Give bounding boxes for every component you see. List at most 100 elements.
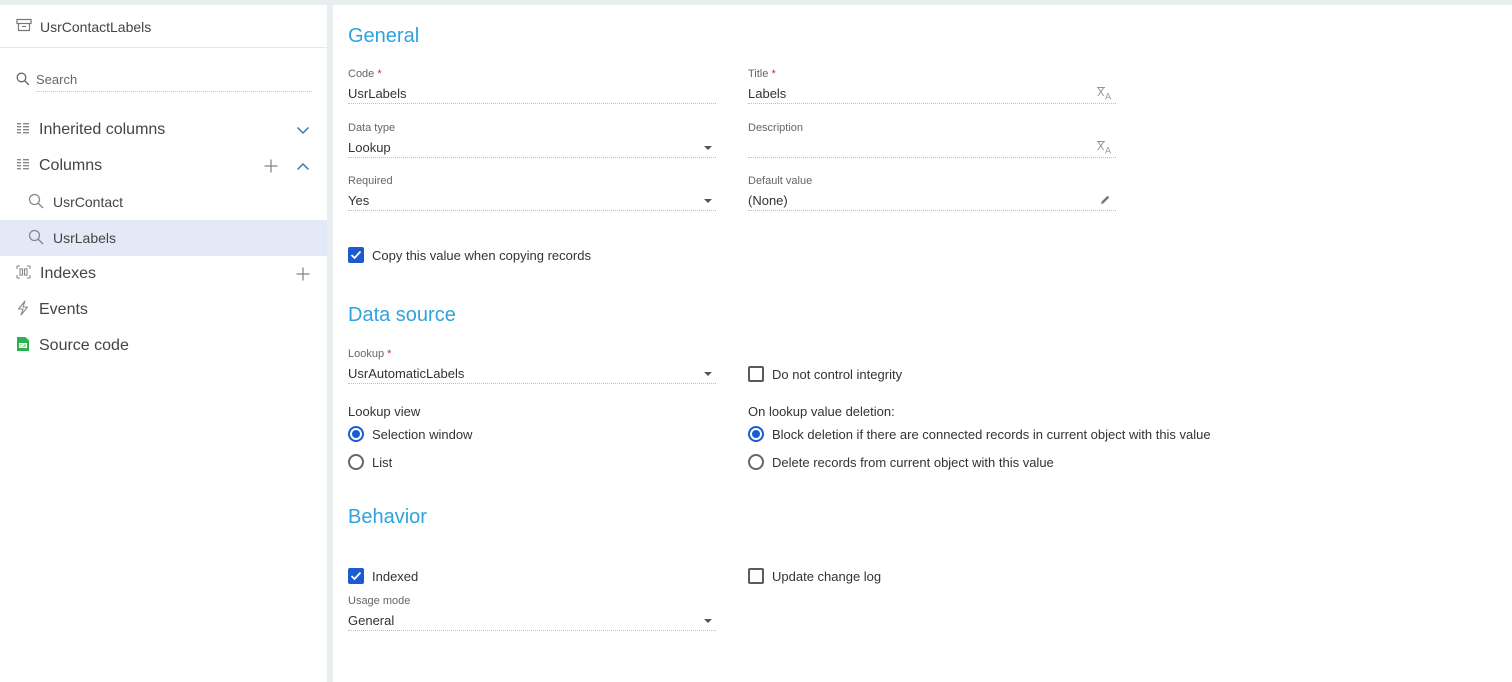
object-title-text: UsrContactLabels [40,18,152,35]
copy-value-checkbox[interactable] [348,247,364,263]
object-sidebar: UsrContactLabels Inherited columns Colum… [0,5,327,682]
svg-text:A: A [1105,146,1112,154]
deletion-option-block[interactable]: Block deletion if there are connected re… [748,426,1211,442]
title-field: Title * Labels XA [748,68,1116,104]
data-type-field: Data type Lookup [348,122,716,158]
description-field: Description XA [748,122,1116,158]
sidebar-item-label: Indexes [40,265,97,282]
sidebar-item-events[interactable]: Events [0,292,327,328]
lightning-icon [16,299,30,321]
code-label: Code * [348,68,382,80]
sidebar-item-label: UsrContact [53,194,124,210]
object-title: UsrContactLabels [16,18,151,35]
lookup-magnifier-icon [28,229,44,248]
sidebar-divider [0,47,327,48]
lookup-magnifier-icon [28,193,44,212]
usage-mode-select[interactable]: General [348,609,716,631]
sidebar-item-inherited-columns[interactable]: Inherited columns [0,112,327,148]
sidebar-item-label: Inherited columns [39,121,166,138]
pencil-edit-icon[interactable] [1096,191,1114,209]
sidebar-item-source-code[interactable]: C# Source code [0,328,327,364]
dropdown-caret-icon [704,146,712,150]
indexed-checkbox[interactable] [348,568,364,584]
sidebar-item-columns[interactable]: Columns [0,148,327,184]
indexed-checkbox-row[interactable]: Indexed [348,568,418,584]
sidebar-item-label: Source code [39,337,129,354]
required-asterisk: * [771,68,776,80]
lookup-label: Lookup * [348,348,392,360]
radio-label: Block deletion if there are connected re… [772,426,1211,442]
no-integrity-checkbox-row[interactable]: Do not control integrity [748,366,902,382]
lookup-select[interactable]: UsrAutomaticLabels [348,362,716,384]
sidebar-item-label: UsrLabels [53,230,117,246]
object-icon [16,18,32,35]
data-type-select[interactable]: Lookup [348,136,716,158]
default-value-field: Default value (None) [748,175,1116,211]
title-input[interactable]: Labels XA [748,82,1116,104]
radio-label: List [372,454,393,470]
sidebar-item-label: Columns [39,157,103,174]
sidebar-search [16,70,312,92]
lookup-view-option-list[interactable]: List [348,454,392,470]
radio-label: Delete records from current object with … [772,454,1054,470]
required-field: Required Yes [348,175,716,211]
required-label: Required [348,175,393,187]
no-integrity-label: Do not control integrity [772,366,903,382]
radio-block-deletion[interactable] [748,426,764,442]
radio-list[interactable] [348,454,364,470]
default-value-input[interactable]: (None) [748,189,1116,211]
translate-icon[interactable]: XA [1096,84,1114,102]
code-input[interactable]: UsrLabels [348,82,716,104]
default-value-label: Default value [748,175,813,187]
description-label: Description [748,122,804,134]
columns-list-icon [16,157,30,175]
copy-value-checkbox-row[interactable]: Copy this value when copying records [348,247,591,263]
indexed-label: Indexed [372,568,419,584]
column-properties-panel: General Code * UsrLabels Title * Labels … [333,5,1512,682]
translate-icon[interactable]: XA [1096,138,1114,156]
radio-label: Selection window [372,426,473,442]
sidebar-item-usrcontact[interactable]: UsrContact [0,184,327,220]
section-title-behavior: Behavior [348,506,427,528]
chevron-up-icon[interactable] [294,157,312,175]
index-icon [16,264,31,284]
sidebar-item-usrlabels[interactable]: UsrLabels [0,220,327,256]
svg-text:A: A [1105,92,1112,100]
deletion-label: On lookup value deletion: [748,404,895,419]
usage-mode-field: Usage mode General [348,595,716,631]
dropdown-caret-icon [704,372,712,376]
add-index-plus-icon[interactable] [294,265,312,283]
title-label: Title * [748,68,776,80]
description-input[interactable]: XA [748,136,1116,158]
no-integrity-checkbox[interactable] [748,366,764,382]
lookup-view-option-selection-window[interactable]: Selection window [348,426,472,442]
radio-selection-window[interactable] [348,426,364,442]
sidebar-item-indexes[interactable]: Indexes [0,256,327,292]
copy-value-label: Copy this value when copying records [372,247,591,263]
radio-delete-records[interactable] [748,454,764,470]
add-column-plus-icon[interactable] [262,157,280,175]
deletion-option-delete[interactable]: Delete records from current object with … [748,454,1054,470]
lookup-view-label: Lookup view [348,404,421,419]
data-type-label: Data type [348,122,396,134]
columns-list-icon [16,121,30,139]
chevron-down-icon[interactable] [294,121,312,139]
section-title-general: General [348,25,420,47]
dropdown-caret-icon [704,619,712,623]
svg-text:C#: C# [20,343,27,349]
usage-mode-label: Usage mode [348,595,411,607]
search-icon [16,72,30,91]
change-log-checkbox-row[interactable]: Update change log [748,568,881,584]
required-asterisk: * [377,68,382,80]
lookup-field: Lookup * UsrAutomaticLabels [348,348,716,384]
section-title-data-source: Data source [348,304,456,326]
dropdown-caret-icon [704,199,712,203]
change-log-label: Update change log [772,568,882,584]
search-input[interactable] [36,70,312,92]
required-select[interactable]: Yes [348,189,716,211]
code-field: Code * UsrLabels [348,68,716,104]
source-code-file-icon: C# [16,336,30,357]
change-log-checkbox[interactable] [748,568,764,584]
required-asterisk: * [387,348,392,360]
sidebar-item-label: Events [39,301,88,318]
